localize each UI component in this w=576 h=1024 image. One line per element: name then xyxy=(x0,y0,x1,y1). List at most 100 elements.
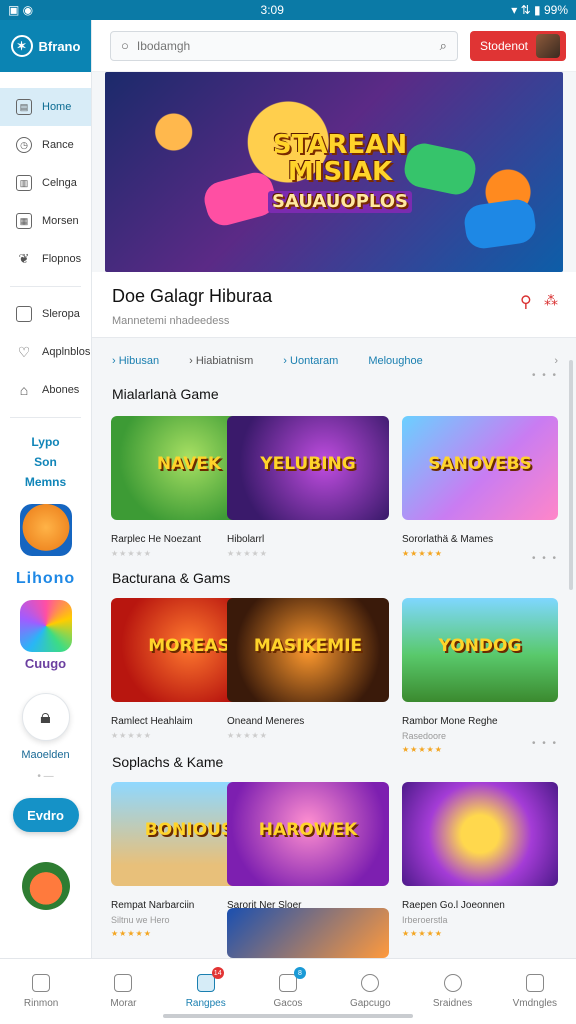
magnifier-icon[interactable]: ⌕ xyxy=(440,38,447,54)
game-thumbnail: SANOVEBS xyxy=(402,416,558,520)
game-name: Rambor Mone Reghe xyxy=(402,716,498,727)
nav-label: Morar xyxy=(110,998,137,1009)
game-subtitle: Irberoerstla xyxy=(402,915,448,925)
brand-name: Bfrano xyxy=(38,38,81,54)
share-icon[interactable]: ⁂ xyxy=(544,292,558,309)
sidebar-item-label: Abones xyxy=(42,384,80,396)
sidebar-item-label: Flopnos xyxy=(42,253,82,265)
sidebar-item-aqplnblos[interactable]: ♡ Aqplnblos xyxy=(0,333,91,371)
nav-label: Rinmon xyxy=(23,998,59,1009)
gamepad-icon xyxy=(196,974,215,992)
section-title: Mialarlanà Game xyxy=(112,386,219,402)
status-left: ▣ ◉ xyxy=(8,3,33,17)
square-icon xyxy=(16,306,32,322)
game-card-meta: Raepen Go.l Joeonnen Irberoerstla ★★★★★ xyxy=(402,890,558,938)
app-tile-fox[interactable] xyxy=(19,504,72,556)
section-title: Soplachs & Kame xyxy=(112,754,224,770)
hero-title: Doe Galagr Hiburaa xyxy=(112,286,273,306)
hero-banner[interactable]: STAREAN MISIAK SAUAUOPLOS xyxy=(105,72,563,272)
promo-line: Lypo xyxy=(31,435,60,449)
chip[interactable]: › Hiabiatnism xyxy=(189,355,253,367)
sidebar-item-label: Sleropa xyxy=(42,308,80,320)
thumb-word: MASIKEMIE xyxy=(253,636,363,656)
status-right: ▾ ⇅ ▮ 99% xyxy=(511,3,568,17)
lock-label: Maoelden xyxy=(21,749,70,761)
sidebar: ✶ Bfrano ▤ Home ◷ Rance ▥ Celnga ▦ Morse… xyxy=(0,20,92,958)
search-box[interactable]: ○ ⌕ xyxy=(110,30,458,61)
chip[interactable]: › Hibusan xyxy=(112,355,159,367)
sidebar-pager: • — xyxy=(37,771,54,782)
home-alt-icon: ⌂ xyxy=(19,382,29,398)
list-icon xyxy=(525,974,544,992)
person-icon xyxy=(361,974,380,992)
game-card[interactable]: MASIKEMIE xyxy=(227,598,389,702)
status-bar: ▣ ◉ 3:09 ▾ ⇅ ▮ 99% xyxy=(0,0,576,20)
game-card-meta: Hibolarrl ★★★★★ xyxy=(227,524,383,558)
app-tile-colorful[interactable] xyxy=(19,600,72,652)
game-thumbnail-mini[interactable] xyxy=(227,908,389,958)
game-card[interactable]: YELUBING xyxy=(227,416,389,520)
pin-icon[interactable]: ⚲ xyxy=(520,292,532,312)
section-title: Bacturana & Gams xyxy=(112,570,231,586)
sidebar-item-celnga[interactable]: ▥ Celnga xyxy=(0,164,91,202)
more-icon[interactable]: • • • xyxy=(532,370,558,381)
scrollbar[interactable] xyxy=(569,360,573,590)
avatar[interactable] xyxy=(21,862,70,910)
brand[interactable]: ✶ Bfrano xyxy=(0,20,91,72)
sidebar-cta-button[interactable]: Evdro xyxy=(12,798,79,832)
avatar xyxy=(536,33,560,58)
people-icon xyxy=(443,974,462,992)
nav-label: Gapcugo xyxy=(349,998,391,1009)
game-card[interactable]: YONDOG xyxy=(402,598,558,702)
lock-icon[interactable]: 🔒︎ xyxy=(21,693,70,741)
sidebar-item-flopnos[interactable]: ❦ Flopnos xyxy=(0,240,91,278)
game-name: Raepen Go.l Joeonnen xyxy=(402,900,505,911)
chip[interactable]: Meloughoe xyxy=(368,355,422,367)
app-tile-word[interactable]: Lihono xyxy=(0,570,91,588)
sidebar-promo[interactable]: Lypo Son Memns xyxy=(0,432,91,492)
grid-icon: ▥ xyxy=(16,175,32,191)
nav-item-morar[interactable]: Morar xyxy=(82,959,164,1024)
thumb-word: HAROWEK xyxy=(258,820,358,840)
chip-label: Hibusan xyxy=(118,355,160,367)
chip[interactable]: › Uontaram xyxy=(283,355,338,367)
more-icon[interactable]: • • • xyxy=(532,553,558,564)
nav-item-vmdngles[interactable]: Vmdngles xyxy=(494,959,576,1024)
promo-line: Son xyxy=(34,455,57,469)
thumb-word: SANOVEBS xyxy=(428,454,532,474)
sidebar-item-label: Aqplnblos xyxy=(42,346,91,358)
game-card[interactable]: HAROWEK xyxy=(227,782,389,886)
sidebar-item-rance[interactable]: ◷ Rance xyxy=(0,126,91,164)
rating-stars: ★★★★★ xyxy=(227,549,268,558)
store-button[interactable]: Stodenot xyxy=(469,30,566,61)
search-icon: ○ xyxy=(121,38,129,53)
home-indicator[interactable] xyxy=(163,1014,413,1018)
home-icon xyxy=(32,974,51,992)
nav-label: Vmdngles xyxy=(512,998,558,1009)
game-name: Oneand Meneres xyxy=(227,716,305,727)
sidebar-item-sleropa[interactable]: Sleropa xyxy=(0,295,91,333)
sidebar-item-label: Rance xyxy=(42,139,74,151)
chevron-right-icon[interactable]: › xyxy=(554,355,558,367)
main-content: STAREAN MISIAK SAUAUOPLOS Doe Galagr Hib… xyxy=(92,72,576,958)
rating-stars: ★★★★★ xyxy=(227,731,268,740)
game-card[interactable]: SANOVEBS xyxy=(402,416,558,520)
search-input[interactable] xyxy=(136,38,432,53)
nav-label: Gacos xyxy=(273,998,303,1009)
apps-icon: ▦ xyxy=(16,213,32,229)
sidebar-item-abones[interactable]: ⌂ Abones xyxy=(0,371,91,409)
game-card[interactable] xyxy=(402,782,558,886)
nav-item-rinmon[interactable]: Rinmon xyxy=(0,959,82,1024)
sidebar-divider xyxy=(10,417,81,418)
chip-label: Uontaram xyxy=(290,355,339,367)
hero-line: MISIAK xyxy=(287,157,393,188)
app-tile-word2[interactable]: Cuugo xyxy=(0,656,91,671)
store-button-label: Stodenot xyxy=(479,38,528,53)
more-icon[interactable]: • • • xyxy=(532,738,558,749)
nav-item-sraidnes[interactable]: Sraidnes xyxy=(411,959,493,1024)
nav-label: Rangpes xyxy=(185,998,226,1009)
sidebar-item-home[interactable]: ▤ Home xyxy=(0,88,91,126)
sidebar-item-morsen[interactable]: ▦ Morsen xyxy=(0,202,91,240)
house-icon xyxy=(114,974,133,992)
game-name: Sororlathä & Mames xyxy=(402,534,494,545)
